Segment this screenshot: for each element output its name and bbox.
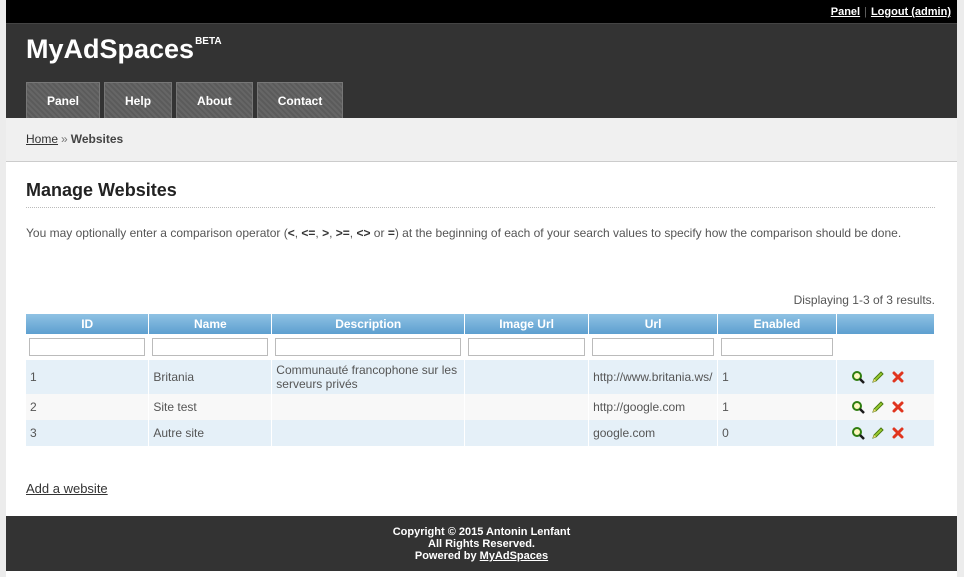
pencil-icon[interactable] [871,400,885,414]
filter-url-input[interactable] [592,338,715,356]
main-content: Manage Websites You may optionally enter… [26,180,936,496]
footer-myadspaces-link[interactable]: MyAdSpaces [480,550,548,562]
footer-powered: Powered by MyAdSpaces [6,550,957,562]
column-header-url[interactable]: Url [588,314,719,334]
delete-x-icon[interactable] [891,370,905,384]
op-gt: > [322,226,330,240]
delete-x-icon[interactable] [891,426,905,440]
footer-rights: All Rights Reserved. [428,538,535,550]
cell-name: Autre site [148,420,273,446]
breadcrumb-home[interactable]: Home [26,132,58,146]
top-bar: Panel | Logout (admin) [6,0,957,24]
logo-text: MyAdSpaces [26,34,195,64]
cell-actions [836,420,936,446]
table-row: 3 Autre site google.com 0 [26,420,936,446]
column-header-enabled[interactable]: Enabled [717,314,837,334]
filter-image-url-input[interactable] [468,338,586,356]
logout-link[interactable]: Logout (admin) [871,6,951,18]
panel-link[interactable]: Panel [831,6,860,18]
cell-enabled: 1 [717,360,837,394]
page-title: Manage Websites [26,180,935,208]
grid-header-row: ID Name Description Image Url Url Enable… [26,314,936,334]
cell-enabled: 1 [717,394,837,420]
breadcrumb: Home» Websites [6,118,957,162]
cell-actions [836,394,936,420]
tab-about[interactable]: About [176,82,253,118]
breadcrumb-separator: » [61,132,68,146]
search-hint-post: at the beginning of each of your search … [398,226,902,240]
cell-name: Britania [148,360,273,394]
add-website-link[interactable]: Add a website [26,481,108,496]
cell-image-url [464,394,590,420]
window-edge [957,0,964,577]
cell-url: http://google.com [588,394,719,420]
top-links-separator: | [864,6,867,18]
footer-copyright: Copyright © 2015 Antonin Lenfant [392,526,571,538]
results-summary: Displaying 1-3 of 3 results. [793,293,935,307]
op-ne: <> [356,226,371,240]
search-hint-pre: You may optionally enter a comparison op… [26,226,288,240]
column-header-name[interactable]: Name [148,314,273,334]
pencil-icon[interactable] [871,426,885,440]
cell-name: Site test [148,394,273,420]
top-links: Panel | Logout (admin) [831,6,951,18]
footer: Copyright © 2015 Antonin Lenfant All Rig… [6,516,957,571]
filter-id-input[interactable] [29,338,146,356]
cell-description [271,394,466,420]
op-lt: < [287,226,295,240]
magnifier-icon[interactable] [851,400,865,414]
cell-description [271,420,466,446]
op-eq: = [387,226,395,240]
filter-row [26,334,936,360]
op-ge: >= [335,226,350,240]
filter-description-input[interactable] [275,338,462,356]
cell-enabled: 0 [717,420,837,446]
breadcrumb-current: Websites [70,132,124,146]
logo[interactable]: MyAdSpacesBETA [26,34,222,65]
header: MyAdSpacesBETA Panel Help About Contact [6,24,957,118]
tab-panel[interactable]: Panel [26,82,101,118]
cell-actions [836,360,936,394]
tab-contact[interactable]: Contact [256,82,344,118]
filter-empty-cell [836,334,936,360]
pencil-icon[interactable] [871,370,885,384]
delete-x-icon[interactable] [891,400,905,414]
search-hint: You may optionally enter a comparison op… [26,226,902,240]
table-row: 2 Site test http://google.com 1 [26,394,936,420]
cell-image-url [464,360,590,394]
websites-grid: ID Name Description Image Url Url Enable… [26,314,936,446]
cell-id: 3 [26,420,150,446]
footer-powered-text: Powered by [414,550,480,562]
logo-badge: BETA [195,36,222,47]
filter-name-input[interactable] [152,338,269,356]
magnifier-icon[interactable] [851,426,865,440]
tab-help[interactable]: Help [104,82,173,118]
table-row: 1 Britania Communauté francophone sur le… [26,360,936,394]
cell-url: http://www.britania.ws/ [588,360,719,394]
column-header-description[interactable]: Description [271,314,466,334]
cell-id: 1 [26,360,150,394]
cell-id: 2 [26,394,150,420]
op-le: <= [301,226,316,240]
filter-enabled-input[interactable] [721,338,833,356]
page: Panel | Logout (admin) MyAdSpacesBETA Pane… [6,0,957,577]
column-header-actions [836,314,936,334]
column-header-image-url[interactable]: Image Url [464,314,590,334]
cell-description: Communauté francophone sur les serveurs … [271,360,466,394]
magnifier-icon[interactable] [851,370,865,384]
column-header-id[interactable]: ID [26,314,150,334]
main-nav: Panel Help About Contact [26,82,347,118]
cell-url: google.com [588,420,719,446]
cell-image-url [464,420,590,446]
